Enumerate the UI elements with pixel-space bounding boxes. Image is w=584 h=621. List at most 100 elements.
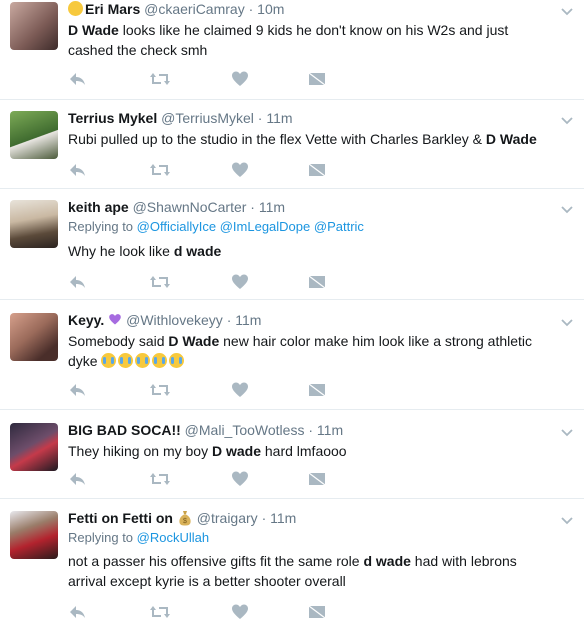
highlight-term: D wade	[211, 443, 261, 459]
tweet-text: Somebody said D Wade new hair color make…	[68, 331, 554, 371]
envelope-icon[interactable]	[308, 603, 326, 621]
envelope-icon[interactable]	[308, 161, 326, 179]
tweet-item[interactable]: Eri Mars @ckaeriCamray · 10m D Wade look…	[0, 0, 584, 100]
heart-icon[interactable]	[231, 603, 249, 621]
highlight-term: d wade	[363, 553, 411, 569]
envelope-icon[interactable]	[308, 273, 326, 291]
retweet-icon[interactable]	[149, 470, 171, 488]
crying-face-emoji-icon	[101, 353, 117, 368]
text-segment: looks like he claimed 9 kids he don't kn…	[68, 22, 509, 58]
avatar[interactable]	[10, 313, 58, 361]
replying-to-line: Replying to @RockUllah	[68, 530, 554, 546]
envelope-icon[interactable]	[308, 70, 326, 88]
reply-icon[interactable]	[68, 161, 86, 179]
highlight-term: d wade	[173, 243, 222, 259]
reply-icon[interactable]	[68, 381, 86, 399]
text-segment: Why he look like	[68, 243, 174, 259]
tweet-item[interactable]: Keyy. @Withlovekeyy · 11m Somebody said …	[0, 300, 584, 410]
tweet-item[interactable]: keith ape @ShawnNoCarter · 11m Replying …	[0, 189, 584, 300]
user-handle[interactable]: @Mali_TooWotless	[185, 422, 305, 438]
timestamp[interactable]: 11m	[266, 110, 292, 126]
reply-icon[interactable]	[68, 70, 86, 88]
display-name[interactable]: Fetti on Fetti on	[68, 510, 173, 526]
text-segment: not a passer his offensive gifts fit the…	[68, 553, 364, 569]
display-name[interactable]: BIG BAD SOCA!!	[68, 422, 181, 438]
crying-face-emoji-icon	[118, 353, 134, 368]
display-name[interactable]: Terrius Mykel	[68, 110, 157, 126]
highlight-term: D Wade	[485, 131, 537, 147]
tweet-text: They hiking on my boy D wade hard lmfaoo…	[68, 441, 554, 461]
chevron-down-icon[interactable]	[560, 202, 574, 216]
separator-dot: ·	[248, 1, 254, 17]
chevron-down-icon[interactable]	[560, 513, 574, 527]
heart-icon[interactable]	[231, 273, 249, 291]
tweet-item[interactable]: Fetti on Fetti on $ @traigary · 11m Repl…	[0, 499, 584, 619]
lemon-emoji-icon	[68, 1, 83, 16]
timestamp[interactable]: 11m	[317, 422, 343, 438]
avatar[interactable]	[10, 111, 58, 159]
envelope-icon[interactable]	[308, 470, 326, 488]
display-name[interactable]: Eri Mars	[85, 1, 140, 17]
tweet-item[interactable]: BIG BAD SOCA!! @Mali_TooWotless · 11m Th…	[0, 410, 584, 499]
chevron-down-icon[interactable]	[560, 315, 574, 329]
replying-to-line: Replying to @OfficiallyIce @ImLegalDope …	[68, 219, 554, 235]
retweet-icon[interactable]	[149, 603, 171, 621]
text-segment: Somebody said	[68, 333, 169, 349]
replying-label: Replying to	[68, 530, 134, 545]
separator-dot: ·	[308, 422, 314, 438]
separator-dot: ·	[257, 110, 263, 126]
reply-icon[interactable]	[68, 273, 86, 291]
tweet-text: Why he look like d wade	[68, 241, 554, 261]
separator-dot: ·	[226, 312, 232, 328]
highlight-term: D Wade	[168, 333, 220, 349]
chevron-down-icon[interactable]	[560, 113, 574, 127]
avatar[interactable]	[10, 200, 58, 248]
retweet-icon[interactable]	[149, 381, 171, 399]
user-handle[interactable]: @ckaeriCamray	[144, 1, 245, 17]
crying-face-emoji-icon	[169, 353, 185, 368]
display-name[interactable]: keith ape	[68, 199, 129, 215]
svg-text:$: $	[183, 518, 187, 525]
tweet-text: D Wade looks like he claimed 9 kids he d…	[68, 20, 554, 60]
heart-icon[interactable]	[231, 470, 249, 488]
reply-icon[interactable]	[68, 470, 86, 488]
separator-dot: ·	[250, 199, 255, 215]
text-segment: Rubi pulled up to the studio in the flex…	[68, 131, 486, 147]
crying-face-emoji-icon	[135, 353, 151, 368]
text-segment: hard lmfaooo	[260, 443, 347, 459]
mention-link[interactable]: @ImLegalDope	[220, 219, 311, 234]
timestamp[interactable]: 10m	[257, 1, 284, 17]
display-name[interactable]: Keyy.	[68, 312, 104, 328]
heart-icon[interactable]	[231, 70, 249, 88]
user-handle[interactable]: @ShawnNoCarter	[133, 199, 247, 215]
retweet-icon[interactable]	[149, 161, 171, 179]
mention-link[interactable]: @OfficiallyIce	[137, 219, 216, 234]
chevron-down-icon[interactable]	[560, 4, 574, 18]
chevron-down-icon[interactable]	[560, 425, 574, 439]
timestamp[interactable]: 11m	[235, 312, 261, 328]
avatar[interactable]	[10, 511, 58, 559]
tweet-item[interactable]: Terrius Mykel @TerriusMykel · 11m Rubi p…	[0, 100, 584, 189]
reply-icon[interactable]	[68, 603, 86, 621]
user-handle[interactable]: @Withlovekeyy	[126, 312, 223, 328]
avatar[interactable]	[10, 2, 58, 50]
tweet-text: Rubi pulled up to the studio in the flex…	[68, 129, 554, 149]
envelope-icon[interactable]	[308, 381, 326, 399]
retweet-icon[interactable]	[149, 70, 171, 88]
heart-icon[interactable]	[231, 381, 249, 399]
mention-link[interactable]: @RockUllah	[137, 530, 209, 545]
user-handle[interactable]: @TerriusMykel	[161, 110, 254, 126]
heart-icon[interactable]	[231, 161, 249, 179]
tweet-text: not a passer his offensive gifts fit the…	[68, 551, 554, 591]
user-handle[interactable]: @traigary	[197, 510, 258, 526]
money-bag-icon: $	[179, 511, 191, 526]
crying-face-emoji-icon	[152, 353, 168, 368]
mention-link[interactable]: @Pattric	[314, 219, 364, 234]
text-segment: They hiking on my boy	[68, 443, 212, 459]
purple-heart-icon	[109, 314, 121, 325]
timestamp[interactable]: 11m	[259, 199, 285, 215]
avatar[interactable]	[10, 423, 58, 471]
timestamp[interactable]: 11m	[270, 510, 296, 526]
retweet-icon[interactable]	[149, 273, 171, 291]
highlight-term: D Wade	[68, 22, 119, 38]
